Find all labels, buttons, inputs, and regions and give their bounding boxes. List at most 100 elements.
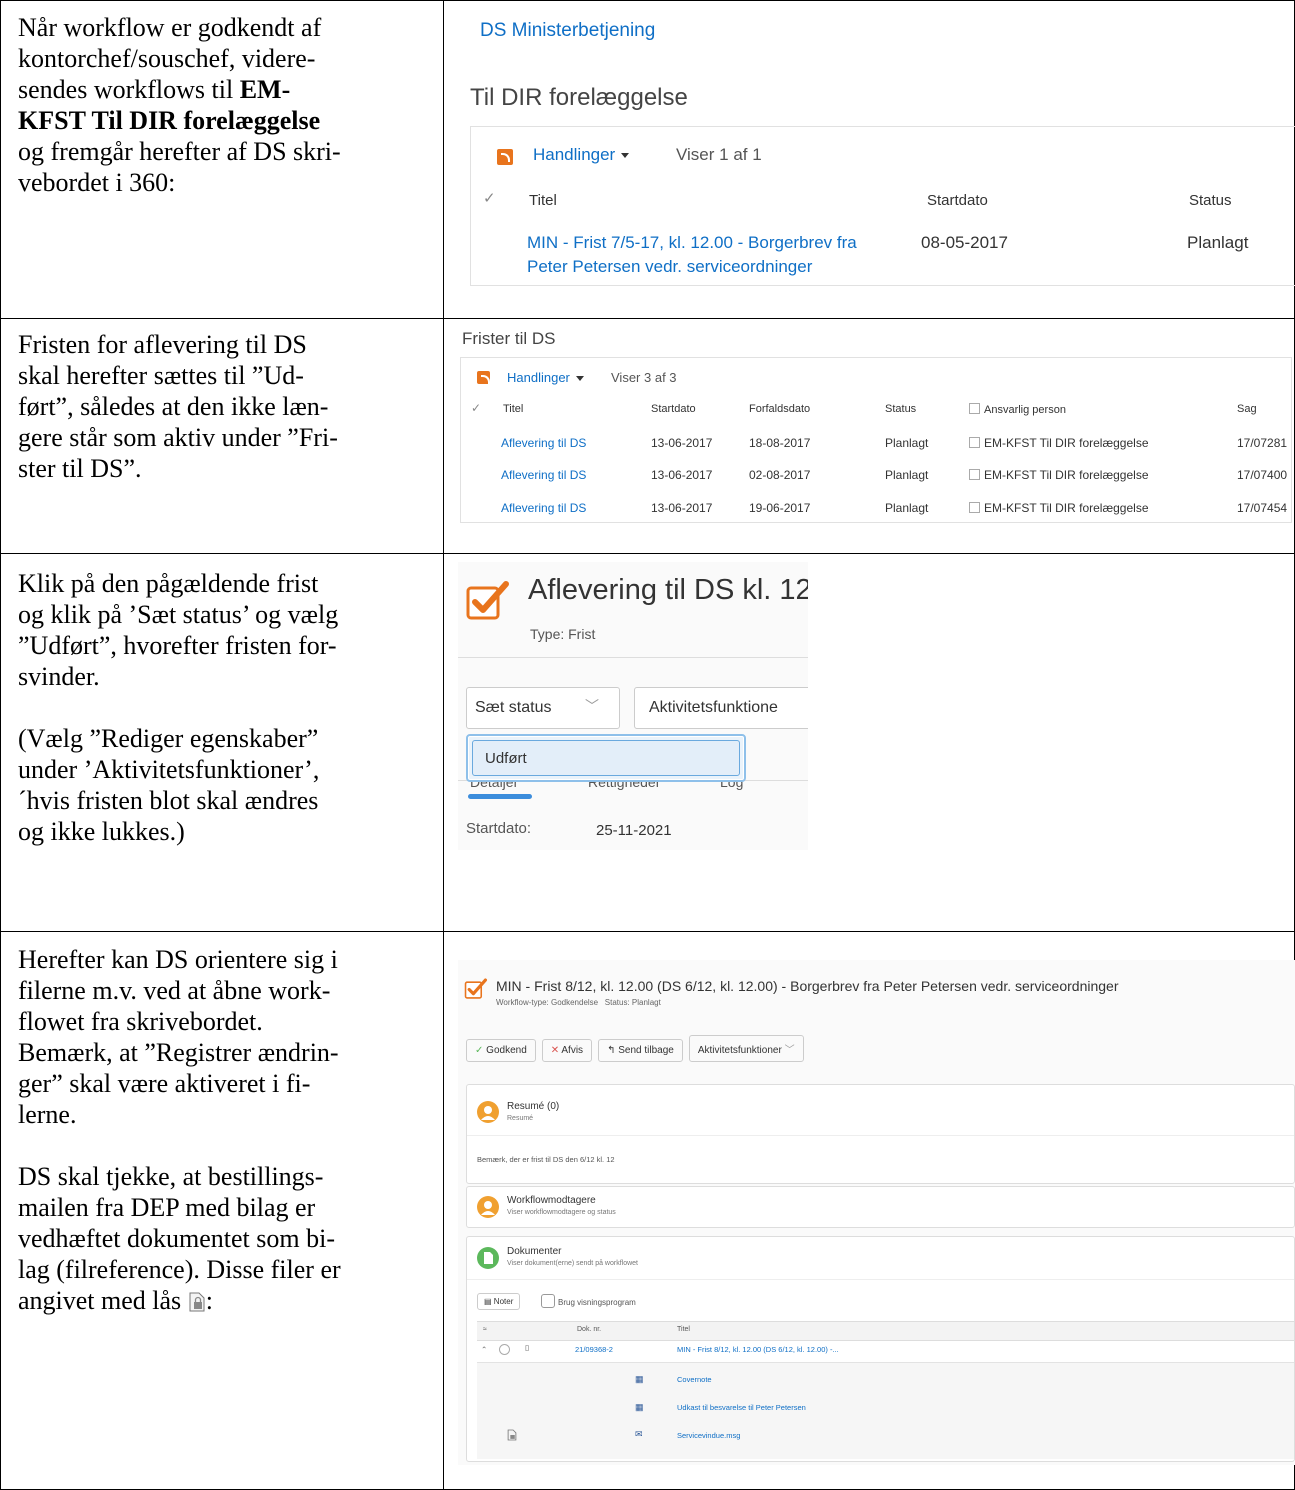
row-divider [0, 931, 1295, 932]
table-row[interactable]: ⌃ ▯ 21/09368-2 MIN - Frist 8/12, kl. 12.… [477, 1341, 1294, 1361]
workflow-toolbar: ✓ Godkend ✕ Afvis ↰ Send tilbage Aktivitets… [466, 1035, 810, 1062]
dropdown-item-udfoert[interactable]: Udført [472, 740, 740, 776]
row-divider [0, 553, 1295, 554]
item-count: Viser 1 af 1 [676, 145, 762, 164]
word-file-icon: ▦ [635, 1374, 644, 1384]
item-startdate: 08-05-2017 [921, 233, 1008, 252]
list-item[interactable]: ▦ Udkast til besvarelse til Peter Peters… [477, 1399, 1294, 1419]
row4-instructions: Herefter kan DS orientere sig i filerne … [18, 945, 341, 1315]
notes-button[interactable]: ▤ Noter [477, 1293, 521, 1310]
item-title-link[interactable]: MIN - Frist 7/5-17, kl. 12.00 - Borgerbr… [527, 231, 857, 279]
resume-title[interactable]: Resumé (0) [507, 1101, 559, 1112]
list-panel: Handlinger Viser 3 af 3 ✓ Titel Startdat… [460, 357, 1292, 523]
status-dropdown[interactable]: Udført [466, 734, 746, 782]
check-icon[interactable]: ✓ [483, 189, 496, 207]
startdate-label: Startdato: [466, 820, 532, 837]
row3-instructions: Klik på den pågældende frist og klik på … [18, 569, 339, 846]
checkbox-icon[interactable] [969, 502, 980, 513]
row2-instructions: Fristen for aflevering til DS skal heref… [18, 330, 338, 483]
document-icon [477, 1247, 499, 1269]
table-row[interactable]: Aflevering til DS 13-06-2017 18-08-2017 … [461, 430, 1291, 460]
checkbox-icon[interactable] [969, 437, 980, 448]
notes-icon: ▤ [484, 1297, 492, 1306]
doc-number-link[interactable]: 21/09368-2 [575, 1345, 613, 1354]
activity-functions-button[interactable]: Aktivitetsfunktione [634, 687, 808, 729]
col-startdate[interactable]: Startdato [927, 192, 988, 209]
workflow-title: MIN - Frist 8/12, kl. 12.00 (DS 6/12, kl… [496, 978, 1119, 994]
recipients-panel: Workflowmodtagere Viser workflowmodtager… [466, 1186, 1295, 1228]
col-title[interactable]: Titel [529, 192, 557, 209]
locked-file-icon [507, 1429, 517, 1441]
col-status[interactable]: Status [1189, 192, 1232, 209]
activity-functions-button[interactable]: Aktivitetsfunktioner ﹀ [688, 1035, 804, 1062]
item-title-link[interactable]: Aflevering til DS [501, 501, 586, 515]
checkbox-checked-icon [464, 978, 487, 999]
table-row[interactable]: Aflevering til DS 13-06-2017 19-06-2017 … [461, 495, 1291, 525]
til-dir-screenshot: DS Ministerbetjening Til DIR forelæggels… [460, 8, 1295, 308]
table-row[interactable]: Aflevering til DS 13-06-2017 02-08-2017 … [461, 462, 1291, 492]
resume-text: Bemærk, der er frist til DS den 6/12 kl.… [477, 1155, 615, 1164]
documents-panel: Dokumenter Viser dokument(erne) sendt på… [466, 1236, 1295, 1462]
activity-title: Aflevering til DS kl. 12 [528, 574, 808, 606]
resume-panel: Resumé (0) Resumé Bemærk, der er frist t… [466, 1084, 1295, 1184]
chevron-down-icon [575, 376, 584, 382]
documents-table-header: ≈ Dok. nr. Titel [477, 1321, 1294, 1341]
column-divider [443, 0, 444, 1490]
viewer-checkbox[interactable]: Brug visningsprogram [541, 1294, 636, 1308]
rss-icon[interactable] [477, 371, 490, 384]
col-duedate[interactable]: Forfaldsdato [749, 403, 810, 415]
reject-button[interactable]: ✕ Afvis [541, 1039, 593, 1062]
check-icon[interactable]: ✓ [471, 401, 481, 415]
approve-button[interactable]: ✓ Godkend [466, 1039, 536, 1062]
site-title[interactable]: DS Ministerbetjening [480, 20, 655, 42]
doc-title-link[interactable]: MIN - Frist 8/12, kl. 12.00 (DS 6/12, kl… [677, 1345, 839, 1354]
actions-menu[interactable]: Handlinger [533, 145, 630, 165]
list-panel: Handlinger Viser 1 af 1 ✓ Titel Startdat… [470, 126, 1295, 286]
check-icon: ✓ [475, 1045, 484, 1056]
col-status[interactable]: Status [885, 403, 916, 415]
checkbox-icon[interactable] [969, 469, 980, 480]
workflow-meta: Workflow-type: Godkendelse Status: Planl… [496, 998, 661, 1007]
file-icon: ▯ [525, 1343, 530, 1352]
attachments-list: ▦ Covernote ▦ Udkast til besvarelse til … [477, 1362, 1294, 1459]
list-item[interactable]: ✉ Servicevindue.msg [477, 1427, 1294, 1447]
rss-icon[interactable] [497, 149, 513, 165]
chevron-down-icon: ﹀ [784, 1045, 795, 1056]
item-status: Planlagt [1187, 233, 1249, 252]
item-title-link[interactable]: Aflevering til DS [501, 436, 586, 450]
set-status-button[interactable]: Sæt status ﹀ [466, 687, 620, 729]
locked-file-icon [189, 1292, 205, 1312]
mail-icon: ✉ [635, 1429, 643, 1439]
item-title-link[interactable]: Aflevering til DS [501, 468, 586, 482]
recipients-title[interactable]: Workflowmodtagere [507, 1195, 596, 1206]
item-count: Viser 3 af 3 [611, 370, 677, 385]
undo-icon: ↰ [607, 1045, 616, 1056]
col-responsible[interactable]: Ansvarlig person [969, 403, 1066, 416]
page-title: Frister til DS [462, 329, 556, 348]
actions-menu[interactable]: Handlinger [507, 370, 584, 385]
checkbox-icon [969, 403, 980, 414]
col-case[interactable]: Sag [1237, 403, 1257, 415]
chevron-down-icon: ﹀ [585, 698, 599, 714]
row1-instructions: Når workflow er godkendt af kontorchef/s… [18, 13, 341, 197]
documents-title[interactable]: Dokumenter [507, 1246, 561, 1257]
activity-screenshot: Aflevering til DS kl. 12 Type: Frist Sæt… [458, 562, 808, 850]
collapse-all-icon[interactable]: ≈ [483, 1326, 487, 1333]
workflow-screenshot: MIN - Frist 8/12, kl. 12.00 (DS 6/12, kl… [458, 960, 1295, 1465]
chevron-down-icon [621, 153, 630, 159]
page-title: Til DIR forelæggelse [470, 84, 688, 111]
col-title[interactable]: Titel [503, 403, 523, 415]
activity-type: Type: Frist [530, 626, 596, 642]
chevron-up-icon[interactable]: ⌃ [481, 1345, 487, 1354]
col-startdate[interactable]: Startdato [651, 403, 696, 415]
person-icon [477, 1101, 499, 1123]
close-icon: ✕ [550, 1045, 560, 1056]
checkbox-checked-icon [466, 581, 509, 620]
frister-screenshot: Frister til DS Handlinger Viser 3 af 3 ✓… [460, 325, 1295, 525]
startdate-value: 25-11-2021 [596, 822, 672, 839]
list-item[interactable]: ▦ Covernote [477, 1371, 1294, 1391]
word-file-icon: ▦ [635, 1402, 644, 1412]
radio-select[interactable] [499, 1344, 510, 1355]
person-icon [477, 1196, 499, 1218]
send-back-button[interactable]: ↰ Send tilbage [598, 1039, 683, 1062]
